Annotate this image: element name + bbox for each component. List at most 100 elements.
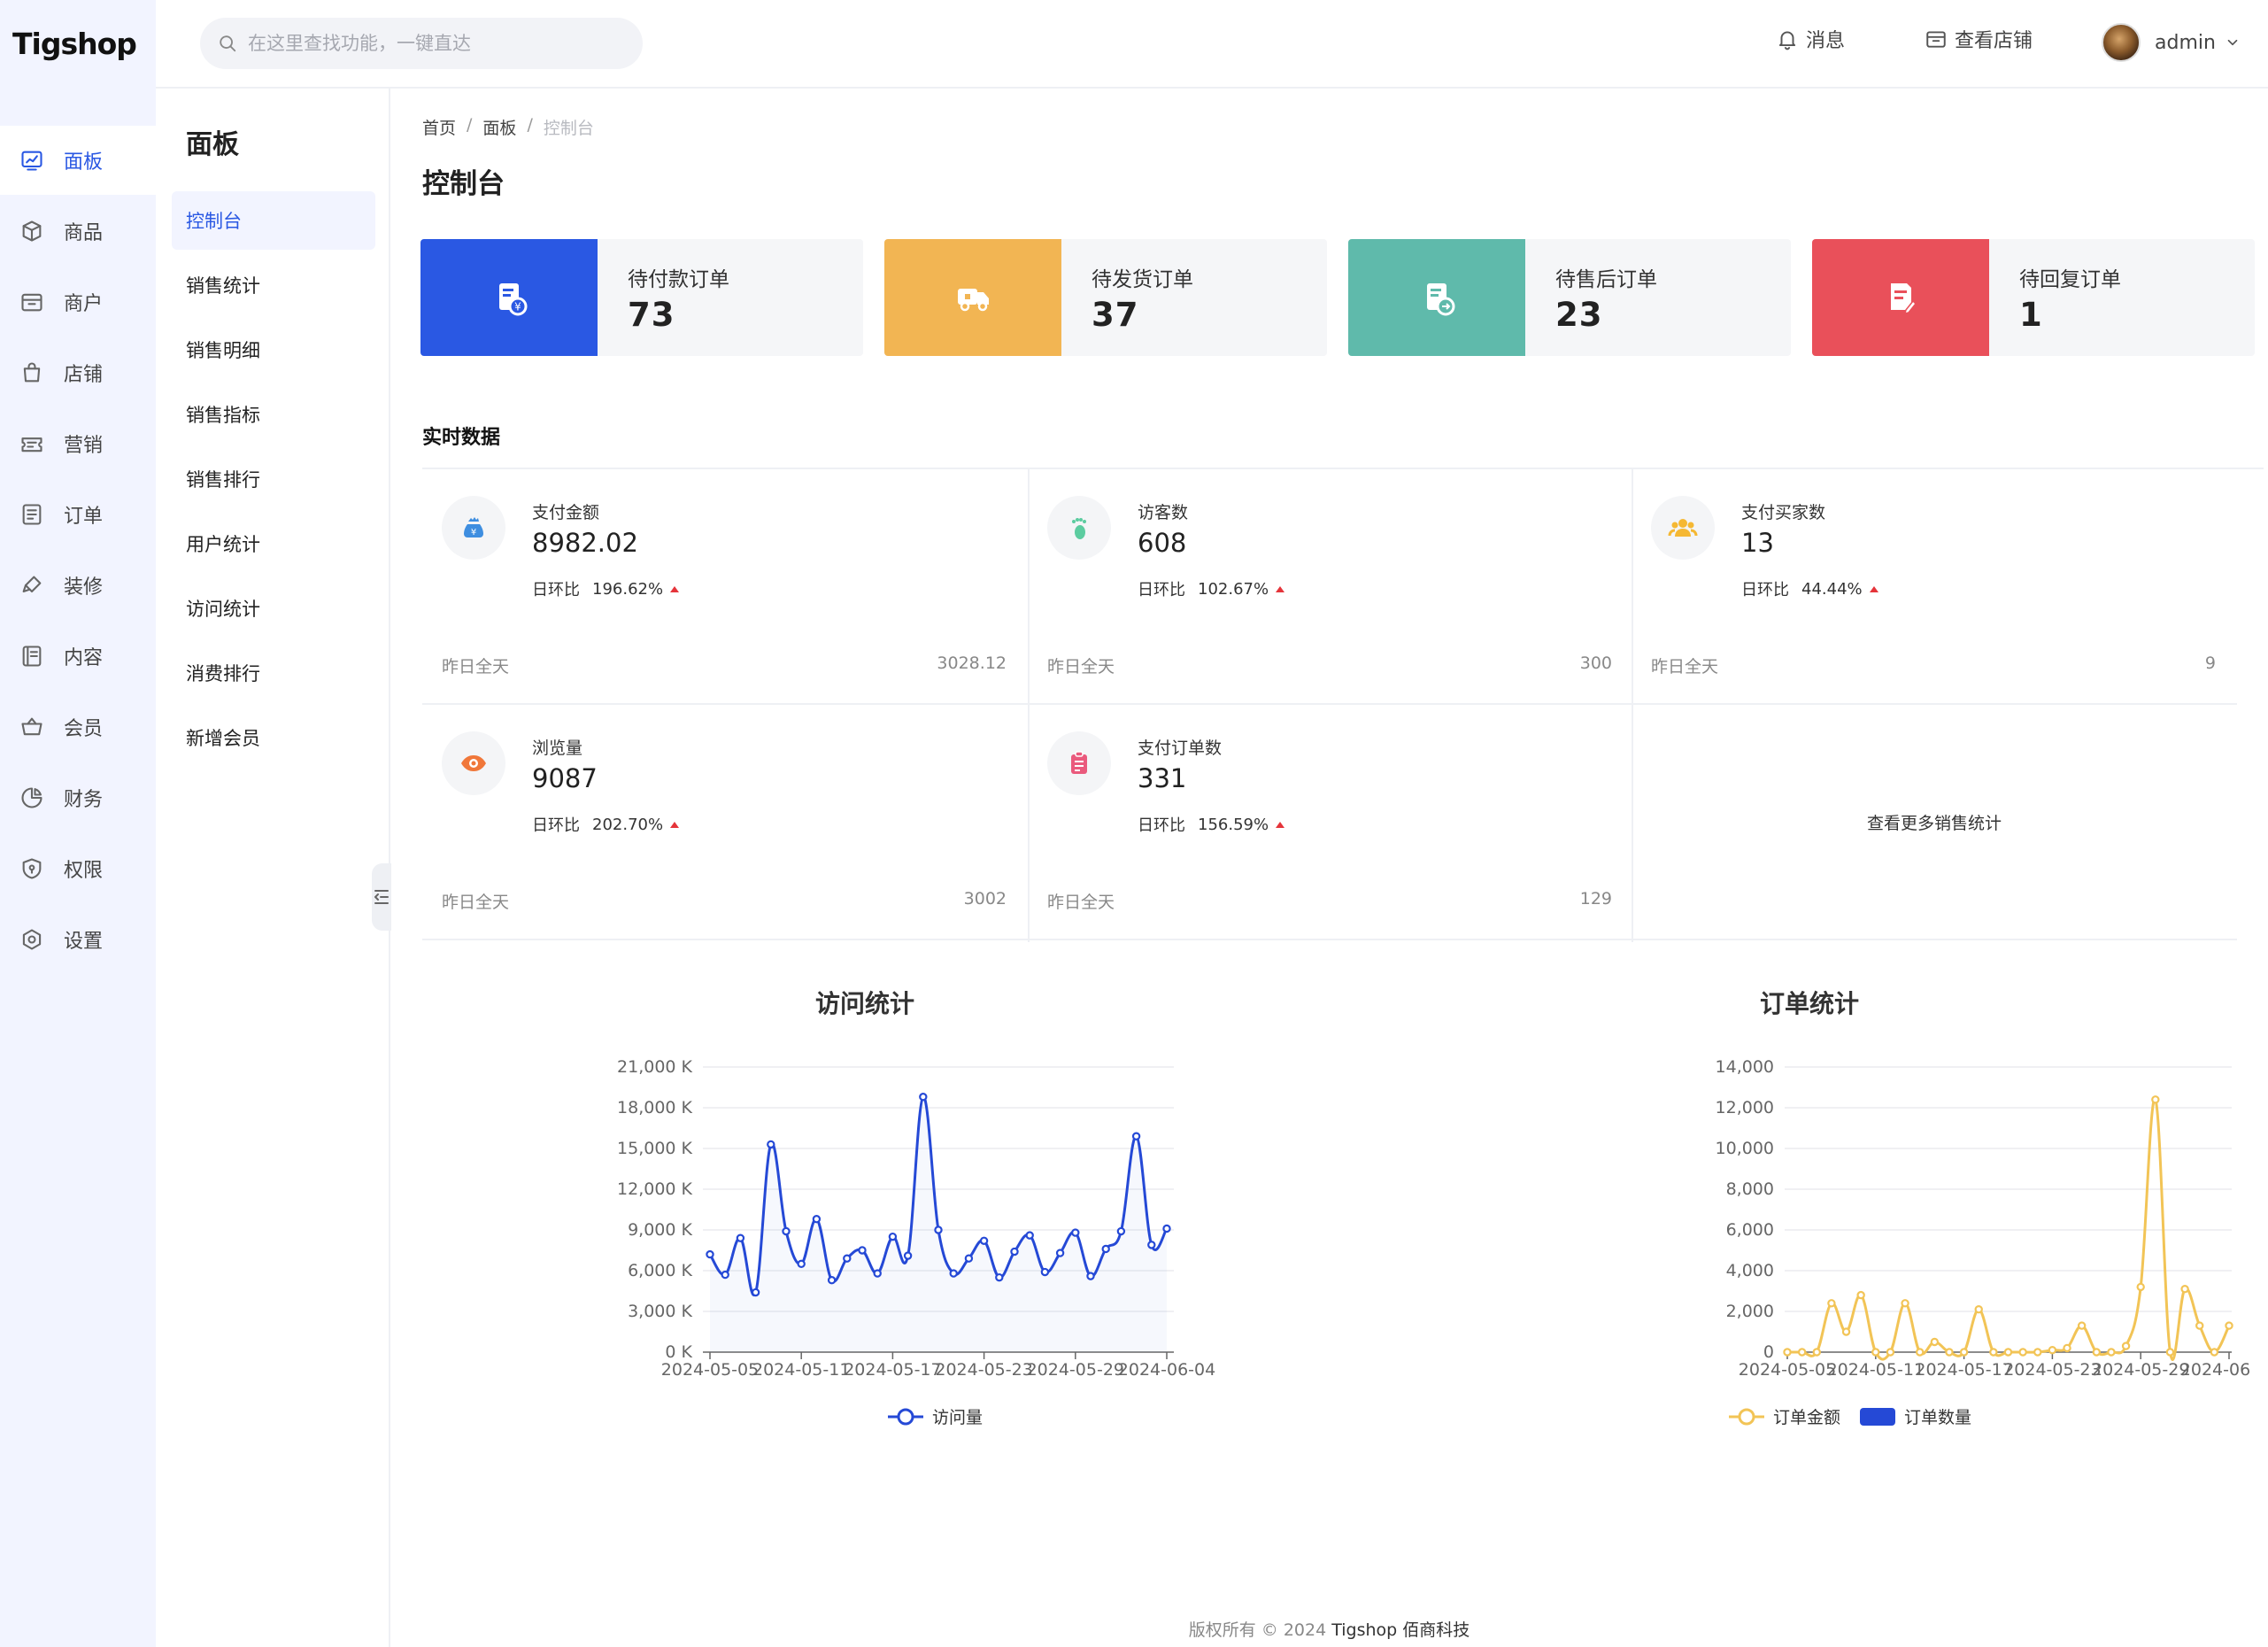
data-point[interactable] [1812, 1348, 1821, 1357]
data-point[interactable] [1055, 1249, 1065, 1257]
data-point[interactable] [1131, 1132, 1141, 1141]
subnav-item[interactable]: 销售排行 [172, 450, 375, 508]
subnav-item[interactable]: 访问统计 [172, 579, 375, 638]
subnav-item[interactable]: 控制台 [172, 191, 375, 250]
data-point[interactable] [2033, 1348, 2042, 1357]
data-point[interactable] [1974, 1305, 1983, 1314]
data-point[interactable] [995, 1272, 1004, 1282]
data-point[interactable] [1856, 1290, 1865, 1300]
data-point[interactable] [1040, 1267, 1050, 1277]
data-point[interactable] [1901, 1299, 1909, 1308]
nav-item-ticket[interactable]: 营销 [0, 409, 156, 478]
data-point[interactable] [1989, 1348, 1998, 1357]
legend-label[interactable]: 订单金额 [1773, 1408, 1840, 1427]
nav-item-brush[interactable]: 装修 [0, 551, 156, 620]
data-point[interactable] [979, 1236, 989, 1245]
subnav-item[interactable]: 消费排行 [172, 644, 375, 702]
data-point[interactable] [1101, 1244, 1110, 1254]
data-point[interactable] [751, 1287, 760, 1297]
data-point[interactable] [797, 1259, 806, 1269]
logo[interactable]: Tigshop [12, 21, 137, 66]
data-point[interactable] [1071, 1228, 1080, 1237]
data-point[interactable] [1783, 1348, 1792, 1357]
nav-item-basket[interactable]: 会员 [0, 692, 156, 762]
breadcrumb-home[interactable]: 首页 [422, 115, 456, 139]
view-more-sales-link[interactable]: 查看更多销售统计 [1632, 705, 2237, 939]
data-point[interactable] [721, 1270, 729, 1280]
data-point[interactable] [2077, 1321, 2087, 1330]
data-point[interactable] [2063, 1343, 2071, 1353]
data-point[interactable] [888, 1232, 898, 1241]
data-point[interactable] [2092, 1348, 2102, 1357]
data-point[interactable] [1116, 1226, 1126, 1236]
data-point[interactable] [1871, 1348, 1880, 1357]
data-point[interactable] [736, 1233, 745, 1242]
data-point[interactable] [2210, 1348, 2219, 1357]
data-point[interactable] [1797, 1348, 1807, 1357]
data-point[interactable] [782, 1226, 791, 1236]
subnav-item[interactable]: 用户统计 [172, 514, 375, 573]
nav-item-chart-line[interactable]: 面板 [0, 126, 156, 195]
data-point[interactable] [767, 1140, 775, 1149]
legend-label[interactable]: 订单数量 [1904, 1408, 1971, 1427]
data-point[interactable] [964, 1254, 974, 1263]
search-box[interactable] [200, 18, 643, 69]
data-point[interactable] [1162, 1224, 1171, 1233]
legend-label[interactable]: 访问量 [932, 1408, 983, 1427]
data-point[interactable] [858, 1246, 867, 1255]
data-point[interactable] [934, 1226, 943, 1234]
data-point[interactable] [1886, 1348, 1895, 1357]
nav-item-gear[interactable]: 设置 [0, 905, 156, 974]
data-point[interactable] [1827, 1299, 1836, 1308]
data-point[interactable] [2180, 1285, 2189, 1294]
data-point[interactable] [949, 1269, 958, 1278]
data-point[interactable] [2151, 1095, 2160, 1104]
stat-card[interactable]: 待售后订单 23 [1348, 239, 1791, 356]
messages-button[interactable]: 消息 [1776, 25, 1845, 53]
nav-item-order[interactable]: 订单 [0, 480, 156, 549]
data-point[interactable] [706, 1249, 714, 1259]
search-input[interactable] [248, 33, 637, 54]
data-point[interactable] [2136, 1282, 2145, 1292]
data-point[interactable] [1945, 1348, 1954, 1357]
data-point[interactable] [2121, 1342, 2131, 1350]
data-point[interactable] [2107, 1348, 2116, 1357]
nav-item-box[interactable]: 商品 [0, 197, 156, 266]
nav-item-store[interactable]: 商户 [0, 267, 156, 336]
nav-item-bag[interactable]: 店铺 [0, 338, 156, 407]
data-point[interactable] [919, 1093, 928, 1102]
data-point[interactable] [1147, 1241, 1156, 1249]
data-point[interactable] [1959, 1348, 1969, 1357]
data-point[interactable] [1930, 1337, 1940, 1347]
collapse-sidebar-button[interactable] [372, 863, 391, 931]
subnav-item[interactable]: 销售指标 [172, 385, 375, 444]
data-point[interactable] [873, 1269, 882, 1278]
user-menu[interactable]: admin [2102, 23, 2248, 62]
stat-card[interactable]: 待回复订单 1 [1812, 239, 2255, 356]
nav-item-pie[interactable]: 财务 [0, 763, 156, 832]
data-point[interactable] [1025, 1231, 1034, 1240]
nav-item-document[interactable]: 内容 [0, 622, 156, 691]
data-point[interactable] [1010, 1247, 1019, 1257]
data-point[interactable] [1841, 1327, 1851, 1336]
data-point[interactable] [1086, 1272, 1095, 1280]
data-point[interactable] [2003, 1348, 2013, 1357]
data-point[interactable] [2225, 1321, 2233, 1330]
data-point[interactable] [2165, 1348, 2175, 1357]
data-point[interactable] [1916, 1348, 1925, 1357]
stat-card[interactable]: ¥ 待付款订单 73 [420, 239, 863, 356]
data-point[interactable] [2048, 1346, 2057, 1355]
data-point[interactable] [2195, 1321, 2204, 1330]
subnav-item[interactable]: 销售统计 [172, 256, 375, 314]
data-point[interactable] [2018, 1348, 2027, 1357]
data-point[interactable] [843, 1254, 852, 1263]
data-point[interactable] [903, 1251, 913, 1260]
nav-item-shield[interactable]: 权限 [0, 834, 156, 903]
data-point[interactable] [812, 1215, 822, 1224]
data-point[interactable] [827, 1276, 837, 1285]
subnav-item[interactable]: 销售明细 [172, 321, 375, 379]
view-store-button[interactable]: 查看店铺 [1925, 25, 2033, 53]
subnav-item[interactable]: 新增会员 [172, 708, 375, 767]
breadcrumb-section[interactable]: 面板 [482, 115, 516, 139]
stat-card[interactable]: 待发货订单 37 [884, 239, 1327, 356]
